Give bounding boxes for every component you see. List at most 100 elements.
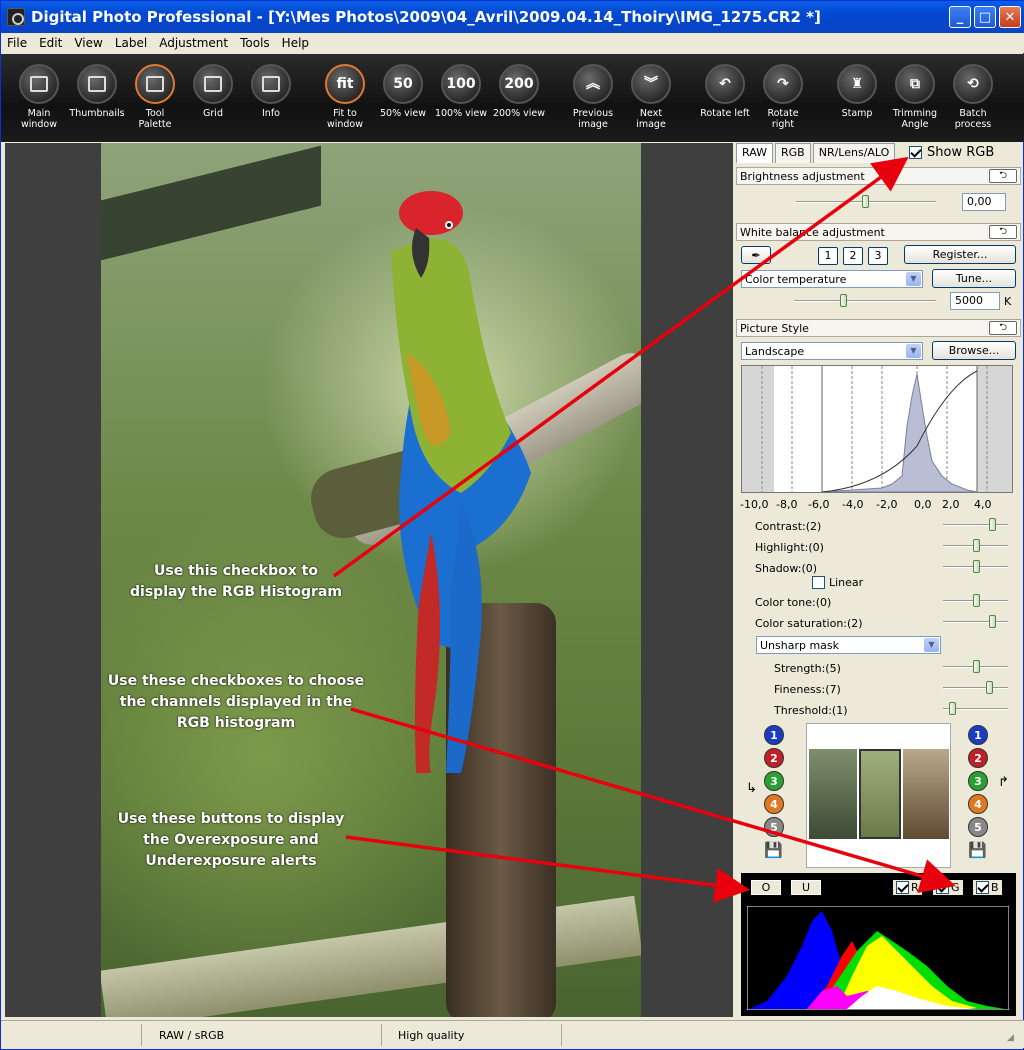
recipe-slot-4-right[interactable]: 4 bbox=[968, 794, 988, 814]
color-tone-slider[interactable] bbox=[943, 594, 1008, 608]
save-recipe-right-icon[interactable]: 💾 bbox=[968, 841, 987, 859]
recipe-slot-5-right[interactable]: 5 bbox=[968, 817, 988, 837]
contrast-slider[interactable] bbox=[943, 518, 1008, 532]
browse-button[interactable]: Browse... bbox=[932, 341, 1016, 360]
linear-checkbox[interactable]: Linear bbox=[812, 576, 863, 589]
wb-reset-button[interactable]: ⮌ bbox=[989, 225, 1017, 239]
underexposure-alert-button[interactable]: U bbox=[791, 880, 821, 895]
toolbar-button-rotate-left[interactable]: ↶ Rotate left bbox=[697, 64, 753, 119]
recipe-slot-3-left[interactable]: 3 bbox=[764, 771, 784, 791]
channel-b-check[interactable] bbox=[976, 881, 989, 894]
recipe-slot-2-left[interactable]: 2 bbox=[764, 748, 784, 768]
wb-preset-2[interactable]: 2 bbox=[843, 247, 863, 265]
toolbar-button-zoom-100[interactable]: 100 100% view bbox=[433, 64, 489, 119]
channel-g-checkbox[interactable]: G bbox=[933, 880, 963, 895]
toolbar-button-rotate-right[interactable]: ↷ Rotate right bbox=[755, 64, 811, 130]
recipe-slot-2-right[interactable]: 2 bbox=[968, 748, 988, 768]
toolbar: Main window Thumbnails Tool Palette Grid Info f… bbox=[1, 54, 1024, 142]
eyedropper-button[interactable]: ✒ bbox=[741, 246, 771, 264]
contrast-thumb[interactable] bbox=[989, 518, 996, 531]
toolbar-button-main-window[interactable]: Main window bbox=[11, 64, 67, 130]
brightness-reset-button[interactable]: ⮌ bbox=[989, 169, 1017, 183]
threshold-thumb[interactable] bbox=[949, 702, 956, 715]
tune-button[interactable]: Tune... bbox=[932, 269, 1016, 288]
recipe-slot-5-left[interactable]: 5 bbox=[764, 817, 784, 837]
resize-grip-icon[interactable]: ◢ bbox=[1007, 1033, 1014, 1043]
channel-b-label: B bbox=[991, 881, 999, 894]
toolbar-label: Trimming bbox=[892, 108, 938, 119]
color-saturation-thumb[interactable] bbox=[989, 615, 996, 628]
color-temp-slider[interactable] bbox=[794, 294, 936, 308]
color-saturation-label: Color saturation:(2) bbox=[755, 617, 863, 630]
wb-mode-select[interactable]: Color temperature ▼ bbox=[741, 270, 923, 288]
recipe-slot-3-right[interactable]: 3 bbox=[968, 771, 988, 791]
wb-preset-3[interactable]: 3 bbox=[868, 247, 888, 265]
toolbar-button-batch-process[interactable]: ⟲ Batch process bbox=[945, 64, 1001, 130]
overexposure-alert-button[interactable]: O bbox=[751, 880, 781, 895]
toolbar-button-grid[interactable]: Grid bbox=[185, 64, 241, 119]
shadow-slider[interactable] bbox=[943, 560, 1008, 574]
channel-g-check[interactable] bbox=[936, 881, 949, 894]
zoom-50-icon: 50 bbox=[383, 64, 423, 104]
thumbnail-current[interactable] bbox=[859, 749, 901, 839]
color-temp-thumb[interactable] bbox=[840, 294, 847, 307]
fineness-thumb[interactable] bbox=[986, 681, 993, 694]
brightness-value-field[interactable]: 0,00 bbox=[962, 193, 1006, 211]
tab-rgb[interactable]: RGB bbox=[775, 143, 811, 163]
toolbar-button-thumbnails[interactable]: Thumbnails bbox=[69, 64, 125, 119]
channel-r-check[interactable] bbox=[896, 881, 909, 894]
highlight-slider[interactable] bbox=[943, 539, 1008, 553]
image-viewer[interactable]: Use this checkbox to display the RGB His… bbox=[5, 143, 733, 1017]
linear-check[interactable] bbox=[812, 576, 825, 589]
channel-r-checkbox[interactable]: R bbox=[893, 880, 922, 895]
toolbar-button-fit[interactable]: fit Fit to window bbox=[317, 64, 373, 130]
toolbar-button-previous-image[interactable]: ︽ Previous image bbox=[565, 64, 621, 130]
recipe-slot-1-left[interactable]: 1 bbox=[764, 725, 784, 745]
threshold-slider[interactable] bbox=[943, 702, 1008, 716]
thumbnail-strip[interactable] bbox=[806, 723, 951, 868]
toolbar-button-zoom-200[interactable]: 200 200% view bbox=[491, 64, 547, 119]
recipe-slot-1-right[interactable]: 1 bbox=[968, 725, 988, 745]
wb-preset-1[interactable]: 1 bbox=[818, 247, 838, 265]
brightness-thumb[interactable] bbox=[862, 195, 869, 208]
color-temp-field[interactable]: 5000 bbox=[950, 292, 1000, 310]
shadow-thumb[interactable] bbox=[973, 560, 980, 573]
save-recipe-left-icon[interactable]: 💾 bbox=[764, 841, 783, 859]
register-button[interactable]: Register... bbox=[904, 245, 1016, 264]
show-rgb-check[interactable] bbox=[909, 146, 922, 159]
strength-thumb[interactable] bbox=[973, 660, 980, 673]
strength-slider[interactable] bbox=[943, 660, 1008, 674]
show-rgb-checkbox[interactable]: Show RGB bbox=[909, 145, 994, 160]
tab-raw[interactable]: RAW bbox=[736, 143, 773, 163]
channel-b-checkbox[interactable]: B bbox=[973, 880, 1002, 895]
menu-view[interactable]: View bbox=[68, 36, 108, 50]
toolbar-button-info[interactable]: Info bbox=[243, 64, 299, 119]
tone-curve-histogram[interactable] bbox=[741, 365, 1013, 493]
menu-label[interactable]: Label bbox=[109, 36, 153, 50]
menu-file[interactable]: File bbox=[1, 36, 33, 50]
brightness-slider[interactable] bbox=[796, 195, 936, 209]
minimize-button[interactable]: _ bbox=[949, 6, 971, 28]
picture-style-select[interactable]: Landscape ▼ bbox=[741, 342, 923, 360]
close-button[interactable]: ✕ bbox=[999, 6, 1021, 28]
color-saturation-slider[interactable] bbox=[943, 615, 1008, 629]
toolbar-button-next-image[interactable]: ︾ Next image bbox=[623, 64, 679, 130]
recipe-slot-4-left[interactable]: 4 bbox=[764, 794, 784, 814]
sharpness-mode-select[interactable]: Unsharp mask ▼ bbox=[756, 636, 941, 654]
toolbar-button-tool-palette[interactable]: Tool Palette bbox=[127, 64, 183, 130]
toolbar-button-trimming-angle[interactable]: ⧉ Trimming Angle bbox=[887, 64, 943, 130]
menu-help[interactable]: Help bbox=[276, 36, 315, 50]
maximize-button[interactable]: □ bbox=[974, 6, 996, 28]
toolbar-button-stamp[interactable]: ♜ Stamp bbox=[829, 64, 885, 119]
thumbnail-prev[interactable] bbox=[809, 749, 857, 839]
color-tone-thumb[interactable] bbox=[973, 594, 980, 607]
toolbar-button-zoom-50[interactable]: 50 50% view bbox=[375, 64, 431, 119]
menu-adjustment[interactable]: Adjustment bbox=[153, 36, 234, 50]
highlight-thumb[interactable] bbox=[973, 539, 980, 552]
menu-tools[interactable]: Tools bbox=[234, 36, 276, 50]
menu-edit[interactable]: Edit bbox=[33, 36, 68, 50]
fineness-slider[interactable] bbox=[943, 681, 1008, 695]
tab-nr-lens-alo[interactable]: NR/Lens/ALO bbox=[812, 143, 896, 163]
thumbnail-next[interactable] bbox=[903, 749, 949, 839]
picture-style-reset-button[interactable]: ⮌ bbox=[989, 321, 1017, 335]
